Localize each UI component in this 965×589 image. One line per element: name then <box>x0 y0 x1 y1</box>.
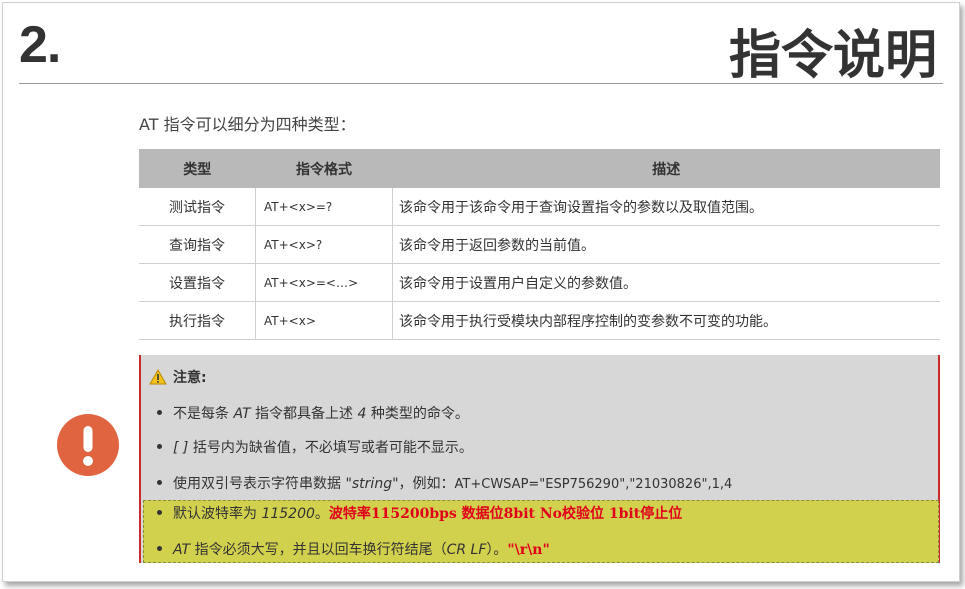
warning-triangle-icon <box>149 369 167 385</box>
col-header-format: 指令格式 <box>255 149 393 188</box>
list-item: 不是每条 AT 指令都具备上述 4 种类型的命令。 <box>157 403 469 423</box>
cell-format: AT+<x> <box>255 301 393 340</box>
list-item: [ ] 括号内为缺省值，不必填写或者可能不显示。 <box>157 437 473 457</box>
cell-format: AT+<x>=? <box>255 188 393 226</box>
cell-description: 该命令用于该命令用于查询设置指令的参数以及取值范围。 <box>392 188 940 226</box>
note-box: 注意: 不是每条 AT 指令都具备上述 4 种类型的命令。 [ ] 括号内为缺省… <box>139 355 940 563</box>
table-row: 执行指令 AT+<x> 该命令用于执行受模块内部程序控制的变参数不可变的功能。 <box>139 301 940 340</box>
table-row: 测试指令 AT+<x>=? 该命令用于该命令用于查询设置指令的参数以及取值范围。 <box>139 188 940 226</box>
note-label: 注意: <box>173 370 207 386</box>
exclamation-circle-icon <box>57 414 119 476</box>
cell-format: AT+<x>=<…> <box>255 263 393 302</box>
document-frame: 2. 指令说明 AT 指令可以细分为四种类型： 类型 指令格式 描述 测试指令 … <box>2 2 960 582</box>
cell-type: 执行指令 <box>139 301 256 340</box>
section-number: 2. <box>19 16 61 74</box>
cell-type: 测试指令 <box>139 188 256 226</box>
col-header-description: 描述 <box>392 149 940 188</box>
intro-text: AT 指令可以细分为四种类型： <box>139 115 356 134</box>
crlf-annotation: "\r\n" <box>507 542 550 558</box>
baud-annotation: 波特率115200bps 数据位8bit No校验位 1bit停止位 <box>328 506 683 522</box>
table-header-row: 类型 指令格式 描述 <box>139 149 940 188</box>
title-divider <box>19 83 943 84</box>
cell-type: 设置指令 <box>139 263 256 302</box>
cell-description: 该命令用于执行受模块内部程序控制的变参数不可变的功能。 <box>392 301 940 340</box>
section-title: 指令说明 <box>728 26 937 86</box>
list-item: 默认波特率为 115200。波特率115200bps 数据位8bit No校验位… <box>156 503 683 523</box>
cell-description: 该命令用于设置用户自定义的参数值。 <box>392 263 940 302</box>
cell-type: 查询指令 <box>139 225 256 264</box>
col-header-type: 类型 <box>139 149 256 188</box>
command-types-table: 类型 指令格式 描述 测试指令 AT+<x>=? 该命令用于该命令用于查询设置指… <box>139 149 940 340</box>
note-header: 注意: <box>149 367 207 387</box>
table-row: 查询指令 AT+<x>? 该命令用于返回参数的当前值。 <box>139 225 940 264</box>
cell-description: 该命令用于返回参数的当前值。 <box>392 225 940 264</box>
table-row: 设置指令 AT+<x>=<…> 该命令用于设置用户自定义的参数值。 <box>139 263 940 302</box>
cell-format: AT+<x>? <box>255 225 393 264</box>
list-item: AT 指令必须大写，并且以回车换行符结尾（CR LF）。"\r\n" <box>157 539 550 559</box>
list-item: 使用双引号表示字符串数据 "string"，例如：AT+CWSAP="ESP75… <box>156 473 732 493</box>
